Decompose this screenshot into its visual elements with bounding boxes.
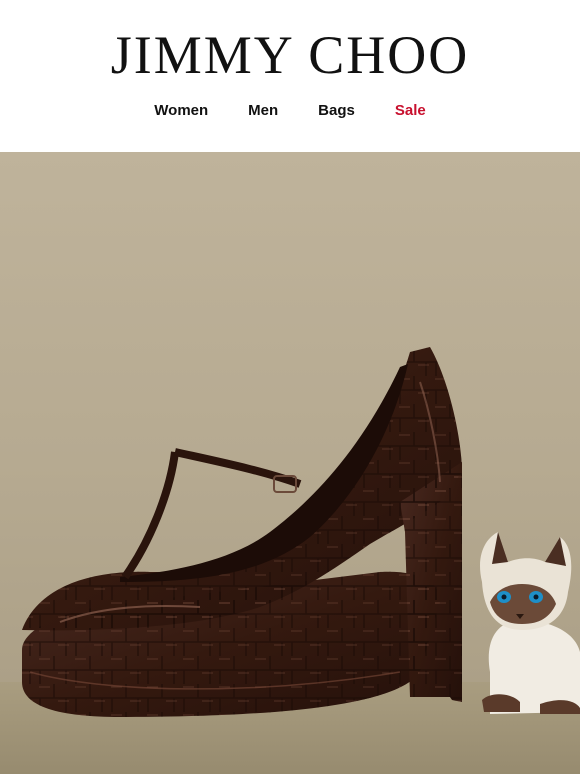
email-header: JIMMY CHOO Women Men Bags Sale xyxy=(0,0,580,152)
brand-logo[interactable]: JIMMY CHOO xyxy=(0,28,580,82)
nav-item-women[interactable]: Women xyxy=(154,102,208,120)
nav-item-men[interactable]: Men xyxy=(248,102,278,120)
nav-item-sale[interactable]: Sale xyxy=(395,102,426,120)
hero-illustration xyxy=(0,152,580,774)
main-nav: Women Men Bags Sale xyxy=(0,102,580,120)
hero-image[interactable] xyxy=(0,152,580,774)
nav-item-bags[interactable]: Bags xyxy=(318,102,355,120)
